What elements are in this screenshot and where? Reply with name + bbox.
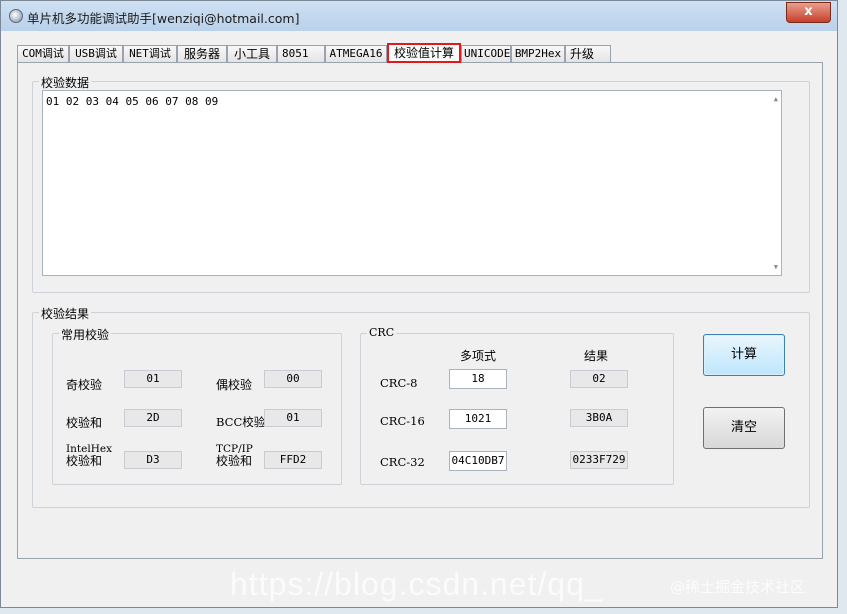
title-bar[interactable]: 单片机多功能调试助手[wenziqi@hotmail.com] x <box>1 1 837 31</box>
crc16-label: CRC-16 <box>380 414 425 428</box>
intelhex-value: D3 <box>124 451 182 469</box>
app-window: 单片机多功能调试助手[wenziqi@hotmail.com] x COM调试 … <box>0 0 838 608</box>
tab-unicode[interactable]: UNICODE <box>461 45 511 62</box>
intelhex-label-line2: 校验和 <box>66 454 103 468</box>
tab-8051[interactable]: 8051 <box>277 45 325 62</box>
window-title: 单片机多功能调试助手[wenziqi@hotmail.com] <box>27 11 300 26</box>
tab-usb[interactable]: USB调试 <box>69 45 123 62</box>
tab-atmega16[interactable]: ATMEGA16 <box>325 45 387 62</box>
crc8-result: 02 <box>570 370 628 388</box>
watermark-site: @稀土掘金技术社区 <box>670 578 806 596</box>
checksum-sum-label: 校验和 <box>66 416 103 430</box>
app-icon <box>9 9 23 23</box>
poly-header: 多项式 <box>460 349 497 363</box>
crc16-result: 3B0A <box>570 409 628 427</box>
crc8-label: CRC-8 <box>380 376 418 390</box>
checksum-sum-value: 2D <box>124 409 182 427</box>
scroll-down-icon[interactable]: ▼ <box>774 263 778 271</box>
clear-button[interactable]: 清空 <box>703 407 785 449</box>
tab-net[interactable]: NET调试 <box>123 45 177 62</box>
intelhex-label: IntelHex 校验和 <box>66 443 112 467</box>
data-group-label: 校验数据 <box>39 74 92 91</box>
tab-bmp2hex[interactable]: BMP2Hex <box>511 45 565 62</box>
crc-group-label: CRC <box>367 326 397 339</box>
tab-page-checksum: 校验数据 01 02 03 04 05 06 07 08 09 ▲ ▼ 校验结果… <box>17 62 823 559</box>
odd-parity-value: 01 <box>124 370 182 388</box>
tcpip-label-line2: 校验和 <box>216 454 253 468</box>
watermark-url: https://blog.csdn.net/qq_ <box>230 566 604 602</box>
scroll-up-icon[interactable]: ▲ <box>774 95 778 103</box>
bcc-value: 01 <box>264 409 322 427</box>
tcpip-value: FFD2 <box>264 451 322 469</box>
crc8-poly-input[interactable]: 18 <box>449 369 507 389</box>
tab-upgrade[interactable]: 升级 <box>565 45 611 62</box>
checksum-data-input[interactable]: 01 02 03 04 05 06 07 08 09 ▲ ▼ <box>42 90 782 276</box>
tab-server[interactable]: 服务器 <box>177 45 227 62</box>
tcpip-label: TCP/IP 校验和 <box>216 443 253 467</box>
crc32-poly-input[interactable]: 04C10DB7 <box>449 451 507 471</box>
even-parity-label: 偶校验 <box>216 378 253 392</box>
checksum-data-text: 01 02 03 04 05 06 07 08 09 <box>46 95 219 108</box>
result-header: 结果 <box>584 349 609 363</box>
bcc-label: BCC校验 <box>216 415 266 429</box>
calculate-button[interactable]: 计算 <box>703 334 785 376</box>
result-group-label: 校验结果 <box>39 305 92 322</box>
crc32-result: 0233F729 <box>570 451 628 469</box>
tab-tools[interactable]: 小工具 <box>227 45 277 62</box>
tab-checksum[interactable]: 校验值计算 <box>387 43 461 63</box>
tab-com[interactable]: COM调试 <box>17 45 69 62</box>
common-group-label: 常用校验 <box>59 326 112 343</box>
crc16-poly-input[interactable]: 1021 <box>449 409 507 429</box>
close-button[interactable]: x <box>786 2 831 23</box>
crc32-label: CRC-32 <box>380 455 425 469</box>
even-parity-value: 00 <box>264 370 322 388</box>
odd-parity-label: 奇校验 <box>66 378 103 392</box>
